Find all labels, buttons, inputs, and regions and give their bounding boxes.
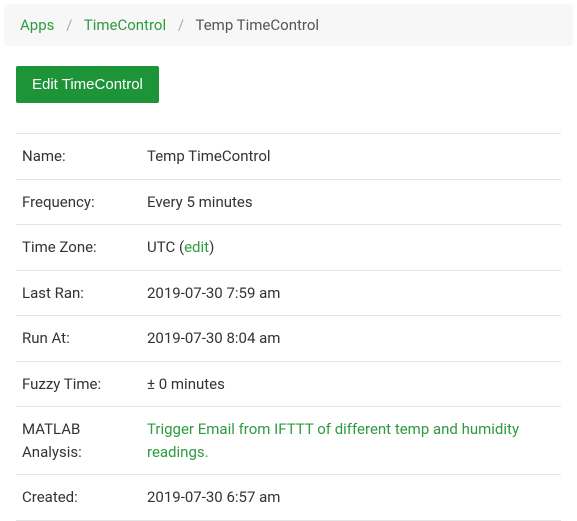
run-at-value: 2019-07-30 8:04 am: [141, 316, 561, 362]
table-row: Created: 2019-07-30 6:57 am: [16, 475, 561, 521]
timezone-prefix: UTC (: [147, 238, 184, 256]
breadcrumb-current: Temp TimeControl: [195, 16, 319, 34]
timezone-value: UTC (edit): [141, 225, 561, 271]
table-row: Fuzzy Time: ± 0 minutes: [16, 361, 561, 407]
table-row: Last Ran: 2019-07-30 7:59 am: [16, 270, 561, 316]
breadcrumb-link-apps[interactable]: Apps: [20, 16, 54, 34]
breadcrumb-link-timecontrol[interactable]: TimeControl: [84, 16, 166, 34]
last-ran-label: Last Ran:: [16, 270, 141, 316]
frequency-label: Frequency:: [16, 179, 141, 225]
name-value: Temp TimeControl: [141, 134, 561, 180]
frequency-value: Every 5 minutes: [141, 179, 561, 225]
breadcrumb: Apps / TimeControl / Temp TimeControl: [4, 4, 573, 46]
fuzzy-time-value: ± 0 minutes: [141, 361, 561, 407]
matlab-analysis-link[interactable]: Trigger Email from IFTTT of different te…: [147, 420, 519, 461]
created-value: 2019-07-30 6:57 am: [141, 475, 561, 521]
details-table: Name: Temp TimeControl Frequency: Every …: [16, 133, 561, 521]
name-label: Name:: [16, 134, 141, 180]
matlab-analysis-label: MATLAB Analysis:: [16, 407, 141, 475]
created-label: Created:: [16, 475, 141, 521]
edit-timecontrol-button[interactable]: Edit TimeControl: [16, 66, 159, 103]
last-ran-value: 2019-07-30 7:59 am: [141, 270, 561, 316]
breadcrumb-separator: /: [66, 16, 72, 34]
table-row: Frequency: Every 5 minutes: [16, 179, 561, 225]
table-row: Time Zone: UTC (edit): [16, 225, 561, 271]
timezone-label: Time Zone:: [16, 225, 141, 271]
fuzzy-time-label: Fuzzy Time:: [16, 361, 141, 407]
edit-timezone-link[interactable]: edit: [184, 238, 209, 256]
table-row: Name: Temp TimeControl: [16, 134, 561, 180]
run-at-label: Run At:: [16, 316, 141, 362]
breadcrumb-separator: /: [178, 16, 184, 34]
table-row: Run At: 2019-07-30 8:04 am: [16, 316, 561, 362]
table-row: MATLAB Analysis: Trigger Email from IFTT…: [16, 407, 561, 475]
matlab-analysis-value: Trigger Email from IFTTT of different te…: [141, 407, 561, 475]
timezone-suffix: ): [209, 238, 214, 256]
